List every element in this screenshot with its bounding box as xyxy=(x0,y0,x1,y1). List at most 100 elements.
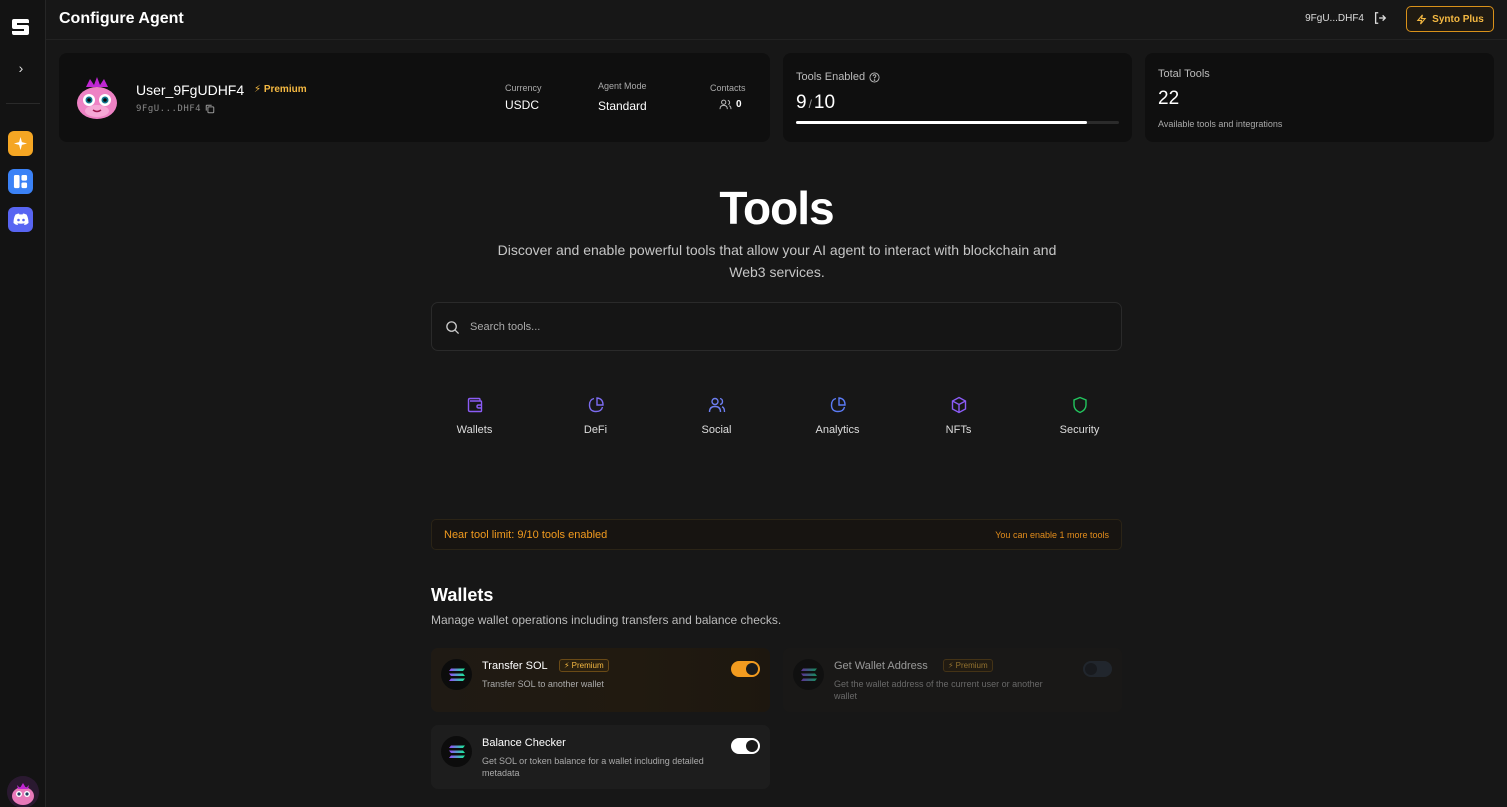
discord-icon xyxy=(13,213,28,225)
contacts-count: 0 xyxy=(719,99,742,110)
toggle-knob xyxy=(1085,663,1097,675)
synto-plus-label: Synto Plus xyxy=(1432,13,1484,25)
wallet-address-short: 9FgU...DHF4 xyxy=(1305,13,1364,24)
premium-badge: ⚡ Premium xyxy=(559,659,609,672)
category-label: Analytics xyxy=(815,424,860,436)
premium-badge: ⚡ Premium xyxy=(943,659,993,672)
user-avatar xyxy=(77,77,117,119)
currency-value: USDC xyxy=(505,98,540,112)
contacts-value: 0 xyxy=(736,99,742,110)
tools-enabled-value: 9 xyxy=(796,92,807,113)
users-icon xyxy=(719,99,732,110)
shield-icon xyxy=(1072,396,1087,414)
category-nfts[interactable]: NFTs xyxy=(898,396,1019,438)
total-tools-label: Total Tools xyxy=(1158,68,1210,80)
search-input[interactable] xyxy=(470,317,1070,337)
synto-plus-button[interactable]: Synto Plus xyxy=(1406,6,1494,32)
tool-toggle-get-wallet-address[interactable] xyxy=(1083,661,1112,677)
contacts-label: Contacts xyxy=(710,83,746,93)
username: User_9FgUDHF4 xyxy=(136,82,245,98)
pie-chart-icon xyxy=(588,397,604,413)
solana-icon xyxy=(793,659,824,690)
copy-icon[interactable] xyxy=(205,104,215,114)
solana-icon xyxy=(441,736,472,767)
hero-subtitle: Discover and enable powerful tools that … xyxy=(497,242,1057,280)
tools-count-separator: / xyxy=(808,97,812,111)
cube-icon xyxy=(951,396,966,414)
lightning-icon: ⚡ xyxy=(948,661,954,670)
category-label: DeFi xyxy=(583,424,608,436)
total-tools-subtitle: Available tools and integrations xyxy=(1158,119,1283,129)
dashboard-icon xyxy=(13,174,28,189)
pie-chart-icon xyxy=(830,397,846,413)
sidebar-app-sparkle[interactable] xyxy=(8,131,33,156)
sidebar-app-dashboard[interactable] xyxy=(8,169,33,194)
category-social[interactable]: Social xyxy=(656,396,777,438)
profile-card: User_9FgUDHF4 ⚡ Premium 9FgU...DHF4 Curr… xyxy=(59,53,770,142)
category-security[interactable]: Security xyxy=(1019,396,1140,438)
tool-toggle-balance-checker[interactable] xyxy=(731,738,760,754)
search-icon xyxy=(446,321,460,335)
toggle-knob xyxy=(746,663,758,675)
sidebar-app-discord[interactable] xyxy=(8,207,33,232)
profile-address-text: 9FgU...DHF4 xyxy=(136,104,202,114)
category-analytics[interactable]: Analytics xyxy=(777,396,898,438)
synto-logo-icon[interactable] xyxy=(10,16,32,38)
tool-description: Get the wallet address of the current us… xyxy=(834,679,1043,701)
currency-label: Currency xyxy=(505,83,542,93)
expand-sidebar-chevron-icon[interactable]: › xyxy=(13,60,29,76)
tool-card-transfer-sol[interactable]: Transfer SOL ⚡ Premium Transfer SOL to an… xyxy=(431,648,770,712)
tool-name: Balance Checker xyxy=(482,737,566,749)
avatar-creature-icon xyxy=(7,776,39,807)
sparkle-icon xyxy=(13,136,28,151)
lightning-icon: ⚡ xyxy=(254,84,262,95)
tool-name: Transfer SOL xyxy=(482,660,548,672)
tool-card-balance-checker[interactable]: Balance Checker Get SOL or token balance… xyxy=(431,725,770,789)
premium-badge-label: Premium xyxy=(571,661,604,670)
sidebar: › xyxy=(0,0,46,807)
tools-enabled-count: 9/10 xyxy=(796,92,835,114)
lightning-icon xyxy=(1416,14,1427,24)
total-tools-value: 22 xyxy=(1158,88,1180,109)
wallet-icon xyxy=(467,397,482,413)
hero-title: Tools xyxy=(719,182,834,234)
tool-limit-banner: Near tool limit: 9/10 tools enabled You … xyxy=(431,519,1122,550)
page-title: Configure Agent xyxy=(59,10,184,27)
category-label: Wallets xyxy=(456,424,493,436)
logout-icon[interactable] xyxy=(1373,11,1387,25)
solana-icon xyxy=(441,659,472,690)
category-wallets[interactable]: Wallets xyxy=(414,396,535,438)
tools-progress-bar xyxy=(796,121,1119,124)
help-circle-icon[interactable] xyxy=(869,71,880,83)
toggle-knob xyxy=(746,740,758,752)
premium-tier-badge: ⚡ Premium xyxy=(254,84,307,95)
category-label: Social xyxy=(701,424,732,436)
tools-progress-fill xyxy=(796,121,1087,124)
sidebar-divider xyxy=(6,103,40,104)
tool-card-get-wallet-address[interactable]: Get Wallet Address ⚡ Premium Get the wall… xyxy=(783,648,1122,712)
profile-address: 9FgU...DHF4 xyxy=(136,104,215,114)
tools-max-value: 10 xyxy=(813,92,836,113)
tool-limit-message: Near tool limit: 9/10 tools enabled xyxy=(444,529,608,541)
section-subtitle-wallets: Manage wallet operations including trans… xyxy=(431,613,782,627)
tool-name: Get Wallet Address xyxy=(834,660,928,672)
agent-mode-label: Agent Mode xyxy=(598,81,647,91)
category-defi[interactable]: DeFi xyxy=(535,396,656,438)
user-avatar-small[interactable] xyxy=(7,776,39,807)
category-label: Security xyxy=(1059,424,1100,436)
search-box xyxy=(431,302,1122,351)
category-label: NFTs xyxy=(945,424,972,436)
users-icon xyxy=(708,397,725,413)
section-title-wallets: Wallets xyxy=(431,585,494,605)
tools-enabled-card: Tools Enabled 9/10 xyxy=(783,53,1132,142)
tool-limit-hint: You can enable 1 more tools xyxy=(995,530,1109,540)
total-tools-card: Total Tools 22 Available tools and integ… xyxy=(1145,53,1494,142)
tools-enabled-label: Tools Enabled xyxy=(796,71,866,83)
lightning-icon: ⚡ xyxy=(564,661,570,670)
top-bar: Configure Agent 9FgU...DHF4 Synto Plus xyxy=(46,0,1507,40)
tool-description: Transfer SOL to another wallet xyxy=(482,679,604,689)
tools-enabled-header: Tools Enabled xyxy=(796,71,880,83)
agent-mode-value: Standard xyxy=(598,99,647,113)
premium-tier-label: Premium xyxy=(263,84,307,95)
tool-toggle-transfer-sol[interactable] xyxy=(731,661,760,677)
